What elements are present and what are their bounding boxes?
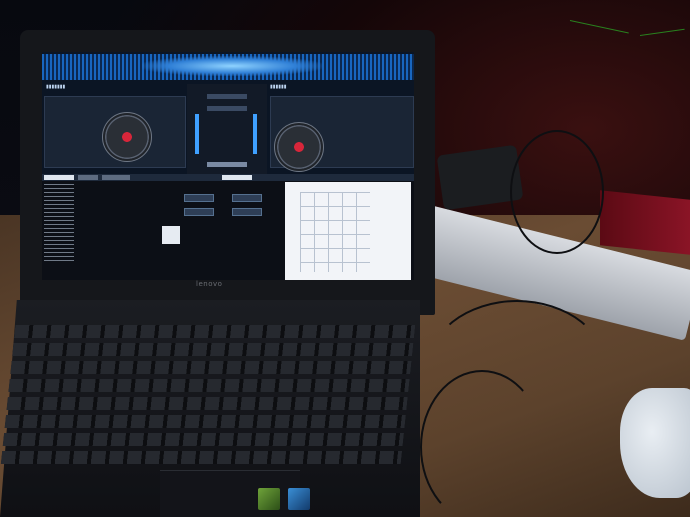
waveform-highlight	[142, 56, 322, 76]
cable	[420, 370, 544, 517]
browser-section	[42, 174, 414, 280]
deck-a-jogwheel[interactable]	[102, 112, 152, 162]
channel-fader-a[interactable]	[195, 114, 199, 154]
file-grid	[300, 192, 370, 272]
keyboard	[0, 325, 416, 465]
green-light-streak	[639, 28, 685, 36]
eq-controls[interactable]	[207, 106, 247, 111]
deck-a-title: ▮▮▮▮▮▮▮	[46, 84, 66, 90]
browser-tab[interactable]	[222, 175, 252, 180]
browser-tabs	[42, 174, 414, 181]
laptop-brand-logo: lenovo	[196, 280, 223, 288]
cover-art	[162, 226, 180, 244]
sampler-button[interactable]	[232, 208, 262, 216]
tissue	[620, 388, 690, 498]
deck-b-jogwheel[interactable]	[274, 122, 324, 172]
photo-scene: ▮▮▮▮▮▮▮ ▮▮▮▮▮▮ lenovo	[0, 0, 690, 517]
browser-tab[interactable]	[44, 175, 74, 180]
browser-tab[interactable]	[102, 175, 130, 180]
laptop-screen: ▮▮▮▮▮▮▮ ▮▮▮▮▮▮	[42, 52, 414, 280]
crossfader[interactable]	[207, 162, 247, 167]
browser-tab[interactable]	[78, 175, 98, 180]
mixer-section	[187, 84, 267, 174]
deck-b-title: ▮▮▮▮▮▮	[270, 84, 287, 90]
cable	[510, 130, 604, 254]
green-light-streak	[569, 20, 629, 34]
gpu-sticker	[258, 488, 280, 510]
sampler-button[interactable]	[184, 208, 214, 216]
red-box	[600, 190, 690, 255]
channel-fader-b[interactable]	[253, 114, 257, 154]
sampler-button[interactable]	[184, 194, 214, 202]
eq-controls[interactable]	[207, 94, 247, 99]
file-list-panel[interactable]	[285, 182, 411, 280]
cpu-sticker	[288, 488, 310, 510]
folder-list[interactable]	[44, 184, 74, 264]
sampler-button[interactable]	[232, 194, 262, 202]
